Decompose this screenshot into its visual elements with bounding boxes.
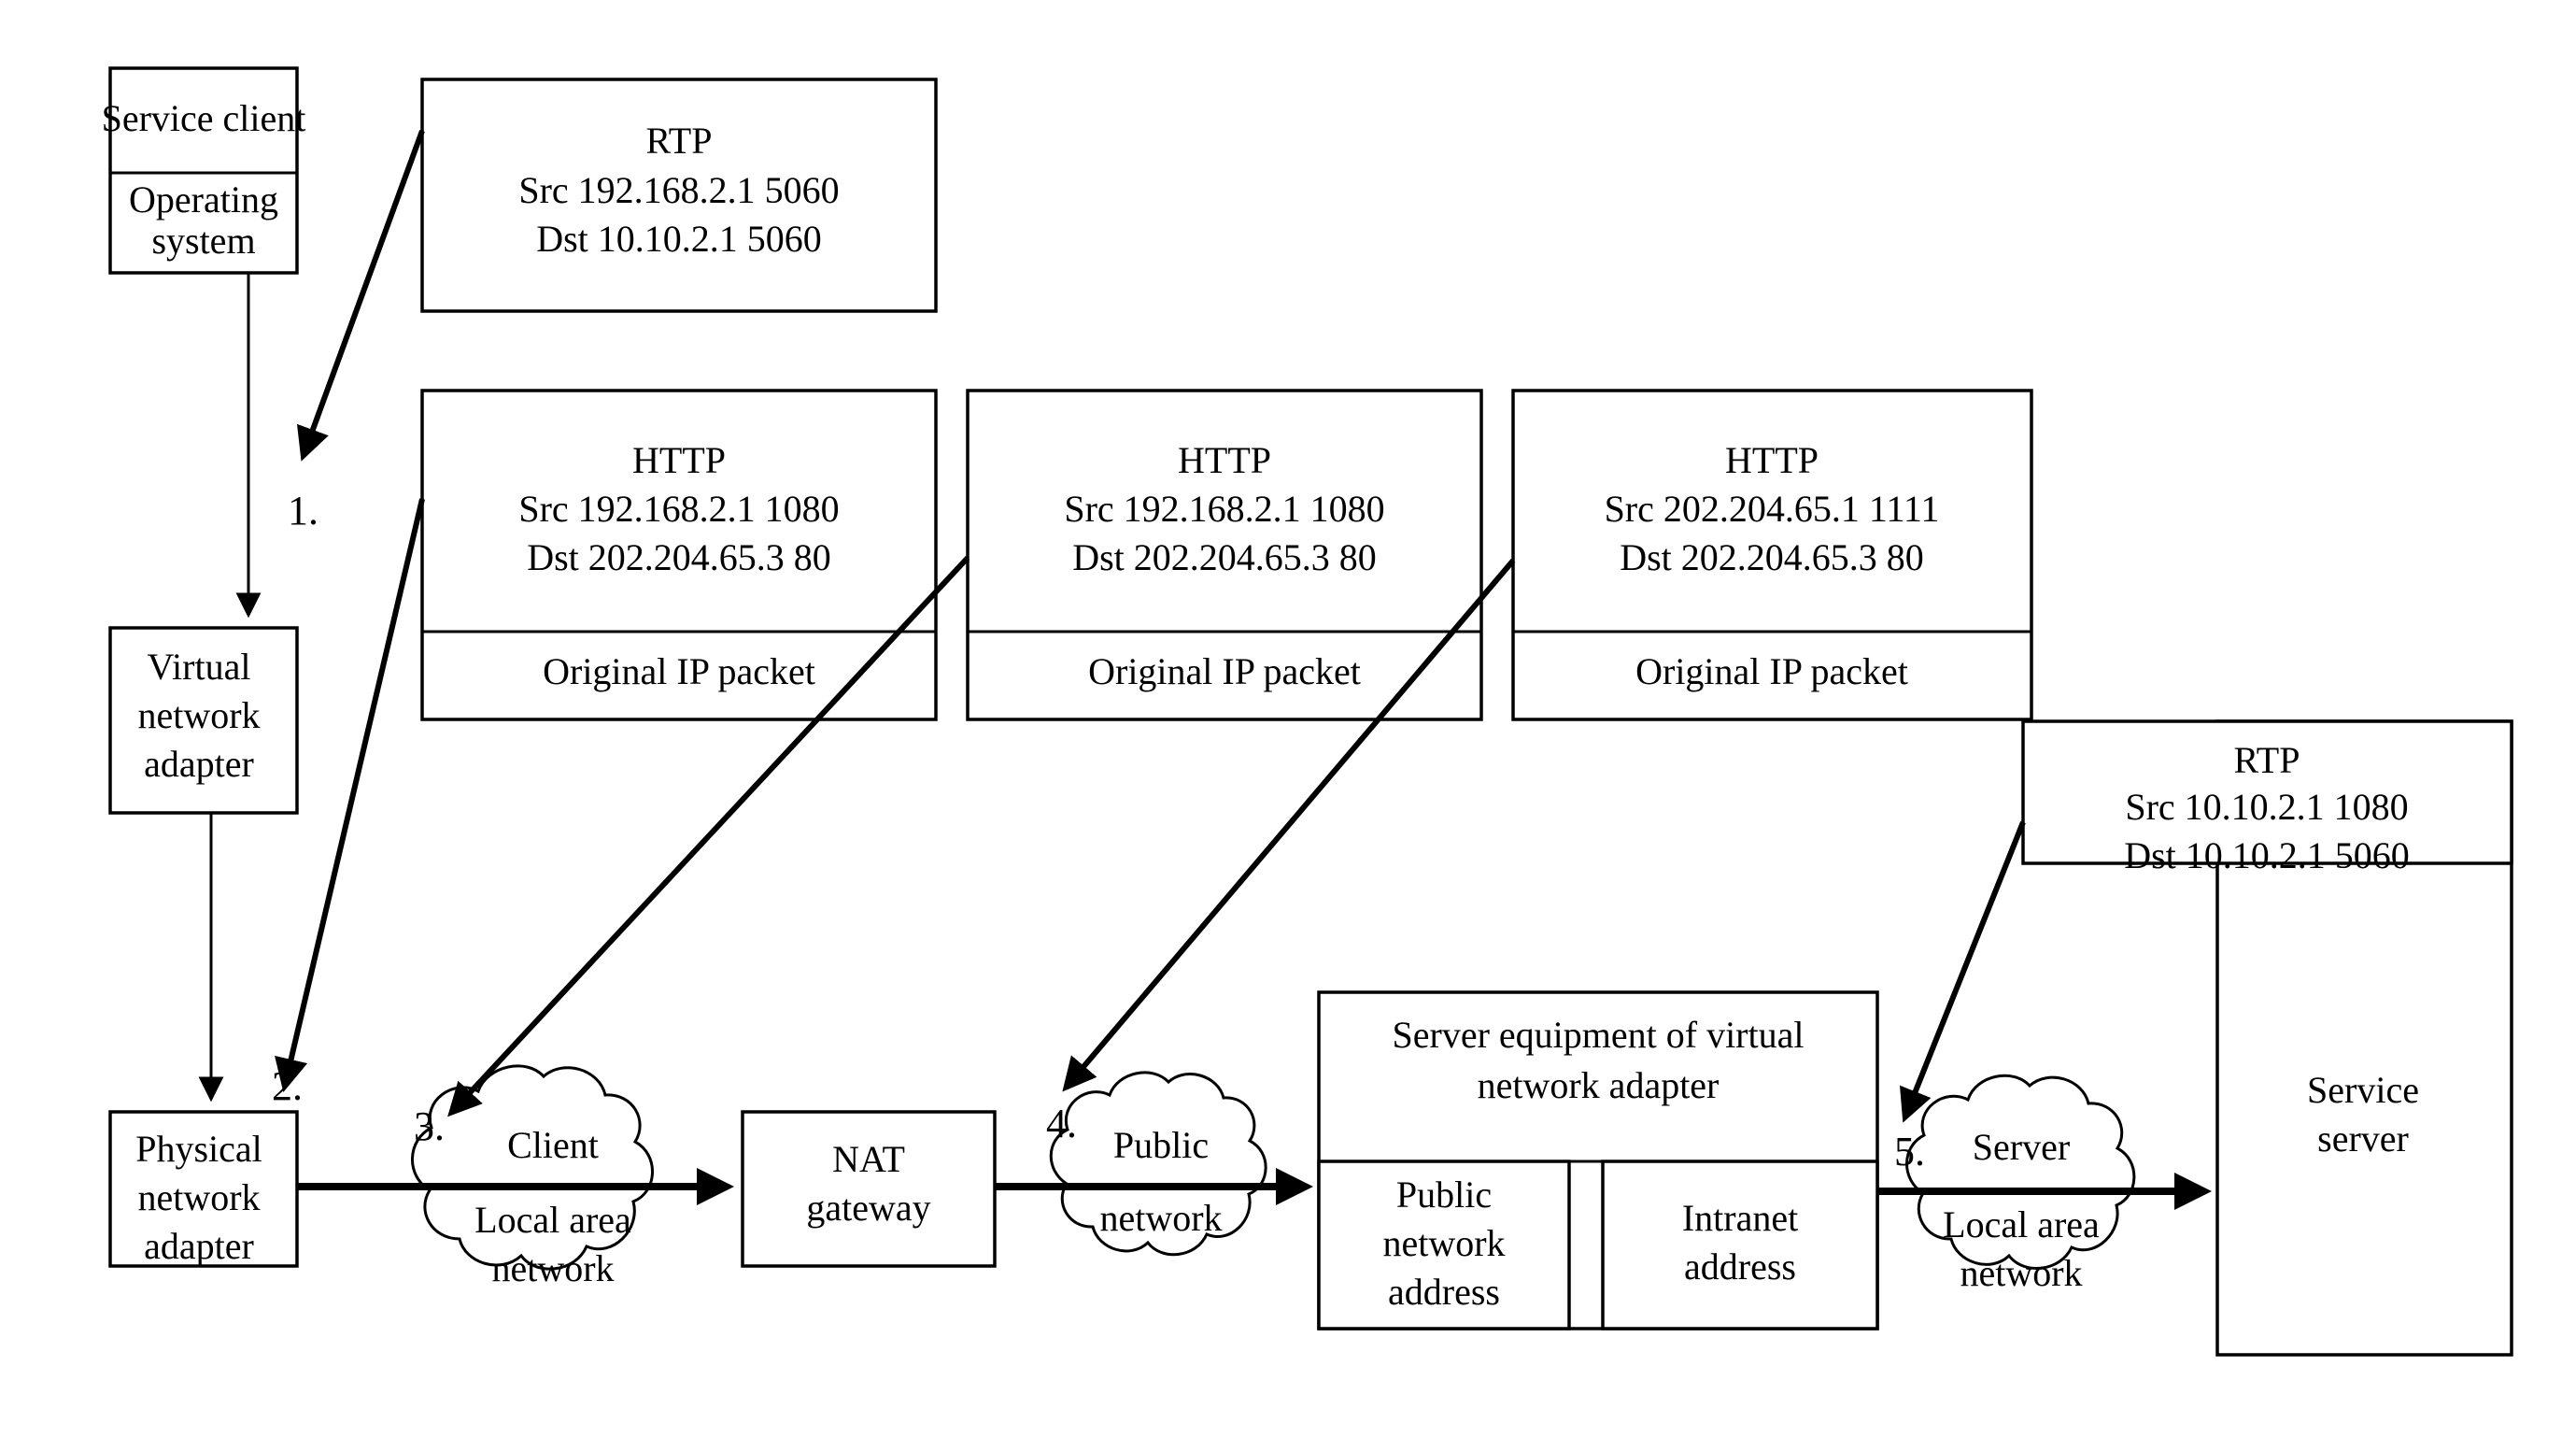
http-2-dst-label: Dst 202.204.65.3 80 [1072, 536, 1377, 578]
nat-gateway-label-line1: NAT [832, 1138, 905, 1180]
rtp-client-protocol-label: RTP [646, 120, 713, 162]
step-3-label: 3. [414, 1103, 445, 1149]
client-cloud-label-line1: Local area [474, 1199, 631, 1241]
http-2-src-label: Src 192.168.2.1 1080 [1064, 488, 1384, 530]
rtp-client-dst-label: Dst 10.10.2.1 5060 [536, 218, 822, 260]
arrow-http1-to-physical-adapter [275, 498, 425, 1093]
server-equipment-label-line1: Server equipment of virtual [1393, 1014, 1805, 1056]
service-server-label-line1: Service [2307, 1069, 2419, 1111]
rtp-server-protocol-label: RTP [2234, 739, 2300, 781]
public-cloud-label-top: Public [1113, 1124, 1209, 1166]
step-5-label: 5. [1894, 1129, 1925, 1174]
public-address-label-line2: network [1382, 1222, 1505, 1264]
step-2-label: 2. [272, 1063, 303, 1109]
intranet-address-label-line2: address [1684, 1245, 1796, 1288]
public-address-label-line3: address [1388, 1271, 1500, 1313]
http-1-src-label: Src 192.168.2.1 1080 [518, 488, 839, 530]
arrow-rtp-to-virtual-adapter [296, 129, 425, 462]
step-1-label: 1. [288, 488, 318, 534]
physical-adapter-label-line2: network [137, 1176, 260, 1218]
server-cloud-label-line1: Local area [1943, 1203, 2100, 1245]
virtual-adapter-label-line3: adapter [144, 743, 254, 785]
http-2-protocol-label: HTTP [1178, 439, 1271, 481]
operating-system-label-line2: system [151, 220, 255, 262]
step-4-label: 4. [1046, 1101, 1077, 1146]
client-cloud-label-top: Client [507, 1124, 599, 1166]
rtp-server-dst-label: Dst 10.10.2.1 5060 [2124, 834, 2410, 876]
public-cloud-label-bottom: network [1099, 1197, 1222, 1239]
network-flow-diagram: Service client Operating system Virtual … [0, 0, 2576, 1437]
physical-adapter-label-line1: Physical [135, 1128, 262, 1170]
rtp-server-src-label: Src 10.10.2.1 1080 [2125, 786, 2408, 828]
rtp-client-src-label: Src 192.168.2.1 5060 [518, 169, 839, 211]
http-3-protocol-label: HTTP [1725, 439, 1819, 481]
server-cloud-label-top: Server [1973, 1126, 2070, 1168]
client-cloud-label-line2: network [491, 1247, 614, 1289]
http-3-payload-label: Original IP packet [1635, 650, 1908, 692]
nat-gateway-label-line2: gateway [806, 1187, 930, 1229]
physical-adapter-label-line3: adapter [144, 1225, 254, 1267]
virtual-adapter-label-line2: network [137, 694, 260, 736]
http-1-payload-label: Original IP packet [543, 650, 815, 692]
intranet-address-label-line1: Intranet [1682, 1197, 1798, 1239]
diagram-canvas: Service client Operating system Virtual … [102, 66, 2513, 1357]
service-server-label-line2: server [2317, 1117, 2409, 1160]
virtual-adapter-label-line1: Virtual [148, 646, 251, 688]
http-1-protocol-label: HTTP [632, 439, 726, 481]
arrow-rtp-server-to-server-cloud [1899, 820, 2026, 1123]
service-client-label: Service client [102, 97, 306, 139]
http-3-dst-label: Dst 202.204.65.3 80 [1620, 536, 1924, 578]
server-cloud-label-line2: network [1960, 1252, 2082, 1294]
http-2-payload-label: Original IP packet [1088, 650, 1361, 692]
http-1-dst-label: Dst 202.204.65.3 80 [527, 536, 831, 578]
public-address-label-line1: Public [1396, 1174, 1492, 1216]
server-equipment-label-line2: network adapter [1478, 1064, 1720, 1106]
operating-system-label-line1: Operating [129, 178, 278, 221]
http-3-src-label: Src 202.204.65.1 1111 [1605, 488, 1940, 530]
